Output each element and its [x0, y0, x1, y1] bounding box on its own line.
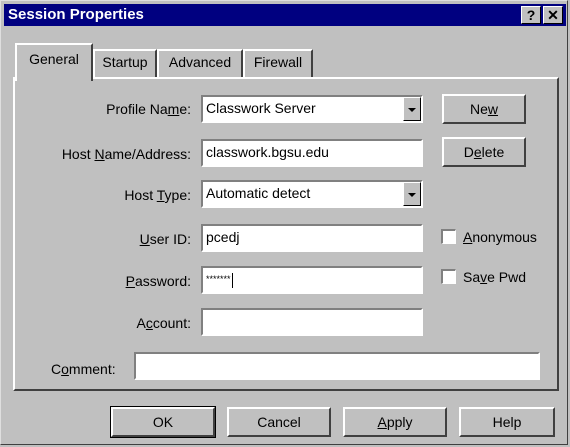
host-name-input[interactable]: classwork.bgsu.edu	[201, 139, 423, 167]
tab-advanced[interactable]: Advanced	[157, 49, 243, 79]
save-pwd-checkbox[interactable]	[441, 269, 456, 284]
account-input[interactable]	[201, 308, 423, 336]
comment-input[interactable]	[134, 352, 540, 380]
save-pwd-label[interactable]: Save Pwd	[463, 268, 526, 286]
session-properties-dialog: Session Properties ? ✕ General Startup A…	[0, 0, 568, 445]
tab-general-label: General	[29, 51, 79, 67]
anonymous-checkbox[interactable]	[441, 229, 456, 244]
chevron-down-icon[interactable]	[403, 182, 421, 206]
tab-general[interactable]: General	[15, 43, 93, 81]
title-bar: Session Properties ? ✕	[4, 4, 566, 26]
tab-startup-label: Startup	[102, 54, 148, 70]
host-type-dropdown[interactable]: Automatic detect	[201, 180, 423, 208]
password-label: Password:	[125, 273, 191, 289]
host-type-label: Host Type:	[124, 187, 191, 203]
text-cursor	[231, 272, 233, 288]
apply-button[interactable]: Apply	[343, 407, 447, 437]
account-label: Account:	[136, 315, 191, 331]
comment-label: Comment:	[51, 361, 116, 377]
help-button[interactable]: Help	[459, 407, 555, 437]
chevron-down-icon[interactable]	[403, 97, 421, 121]
user-id-value: pcedj	[206, 229, 240, 245]
window-title: Session Properties	[8, 6, 144, 23]
new-button[interactable]: New	[442, 94, 526, 124]
anonymous-label[interactable]: Anonymous	[463, 228, 537, 246]
password-input[interactable]: *******	[201, 266, 423, 294]
tab-advanced-label: Advanced	[168, 54, 232, 70]
user-id-input[interactable]: pcedj	[201, 224, 423, 252]
cancel-button[interactable]: Cancel	[227, 407, 331, 437]
profile-name-dropdown[interactable]: Classwork Server	[201, 95, 423, 123]
host-name-label: Host Name/Address:	[61, 146, 191, 162]
password-value: *******	[206, 274, 231, 284]
host-name-value: classwork.bgsu.edu	[206, 144, 329, 160]
host-type-value: Automatic detect	[206, 185, 311, 201]
profile-name-label: Profile Name:	[106, 101, 191, 117]
tab-firewall[interactable]: Firewall	[243, 49, 313, 79]
delete-button[interactable]: Delete	[442, 137, 526, 167]
profile-name-value: Classwork Server	[206, 100, 316, 116]
user-id-label: User ID:	[139, 231, 191, 247]
help-icon[interactable]: ?	[521, 6, 541, 24]
close-icon[interactable]: ✕	[543, 6, 563, 24]
tab-firewall-label: Firewall	[253, 54, 303, 70]
ok-button[interactable]: OK	[110, 406, 216, 438]
tab-startup[interactable]: Startup	[93, 49, 157, 79]
